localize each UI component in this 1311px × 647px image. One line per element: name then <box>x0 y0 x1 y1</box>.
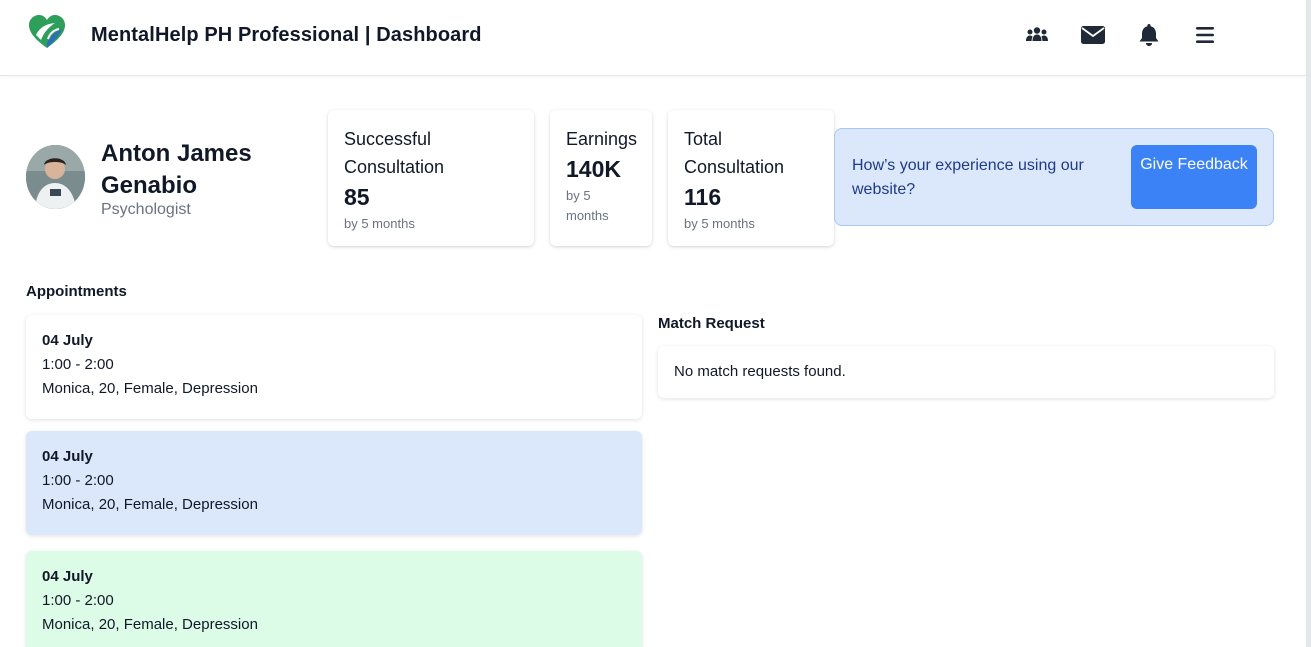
avatar[interactable] <box>26 145 85 209</box>
stat-subtext: by 5 months <box>344 216 415 231</box>
stat-card-earnings: Earnings 140K by 5 months <box>550 110 652 246</box>
profile-name: Anton James Genabio <box>101 140 252 199</box>
appointment-date: 04 July <box>42 448 93 465</box>
appointments-title: Appointments <box>26 283 127 300</box>
bell-icon[interactable] <box>1136 22 1162 48</box>
profile-role: Psychologist <box>101 201 191 218</box>
appointment-time: 1:00 - 2:00 <box>42 472 114 489</box>
appointment-time: 1:00 - 2:00 <box>42 356 114 373</box>
users-icon[interactable] <box>1024 22 1050 48</box>
stat-label: Total Consultation <box>684 129 785 177</box>
match-request-title: Match Request <box>658 315 765 332</box>
stat-value: 85 <box>344 184 370 210</box>
appointment-card[interactable]: 04 July 1:00 - 2:00 Monica, 20, Female, … <box>26 551 642 647</box>
stat-label: Successful Consultation <box>344 129 445 177</box>
stat-card-successful-consultation: Successful Consultation 85 by 5 months <box>328 110 534 246</box>
menu-icon[interactable] <box>1192 22 1218 48</box>
stat-card-total-consultation: Total Consultation 116 by 5 months <box>668 110 834 246</box>
scrollbar-thumb[interactable] <box>1306 0 1311 647</box>
feedback-prompt: How’s your experience using our website? <box>852 157 1084 198</box>
appointment-details: Monica, 20, Female, Depression <box>42 496 258 513</box>
match-request-empty-text: No match requests found. <box>674 363 846 380</box>
appointment-card[interactable]: 04 July 1:00 - 2:00 Monica, 20, Female, … <box>26 315 642 419</box>
give-feedback-button[interactable]: Give Feedback <box>1131 145 1257 209</box>
profile-summary: Anton James Genabio Psychologist <box>26 138 316 218</box>
match-request-panel: No match requests found. <box>658 346 1274 398</box>
envelope-icon[interactable] <box>1080 22 1106 48</box>
stat-subtext: by 5 months <box>684 216 755 231</box>
top-navbar: MentalHelp PH Professional | Dashboard <box>0 0 1306 76</box>
stat-value: 116 <box>684 184 722 210</box>
appointment-details: Monica, 20, Female, Depression <box>42 380 258 397</box>
appointment-card[interactable]: 04 July 1:00 - 2:00 Monica, 20, Female, … <box>26 431 642 535</box>
appointment-date: 04 July <box>42 568 93 585</box>
stat-value: 140K <box>566 156 621 182</box>
appointment-time: 1:00 - 2:00 <box>42 592 114 609</box>
appointment-details: Monica, 20, Female, Depression <box>42 616 258 633</box>
stat-subtext: by 5 months <box>566 188 609 223</box>
appointment-date: 04 July <box>42 332 93 349</box>
scrollbar-track[interactable] <box>1306 0 1311 647</box>
feedback-banner: How’s your experience using our website?… <box>834 128 1274 226</box>
app-title: MentalHelp PH Professional | Dashboard <box>91 24 482 46</box>
stat-label: Earnings <box>566 129 638 149</box>
mentalhelp-logo[interactable] <box>28 15 66 49</box>
